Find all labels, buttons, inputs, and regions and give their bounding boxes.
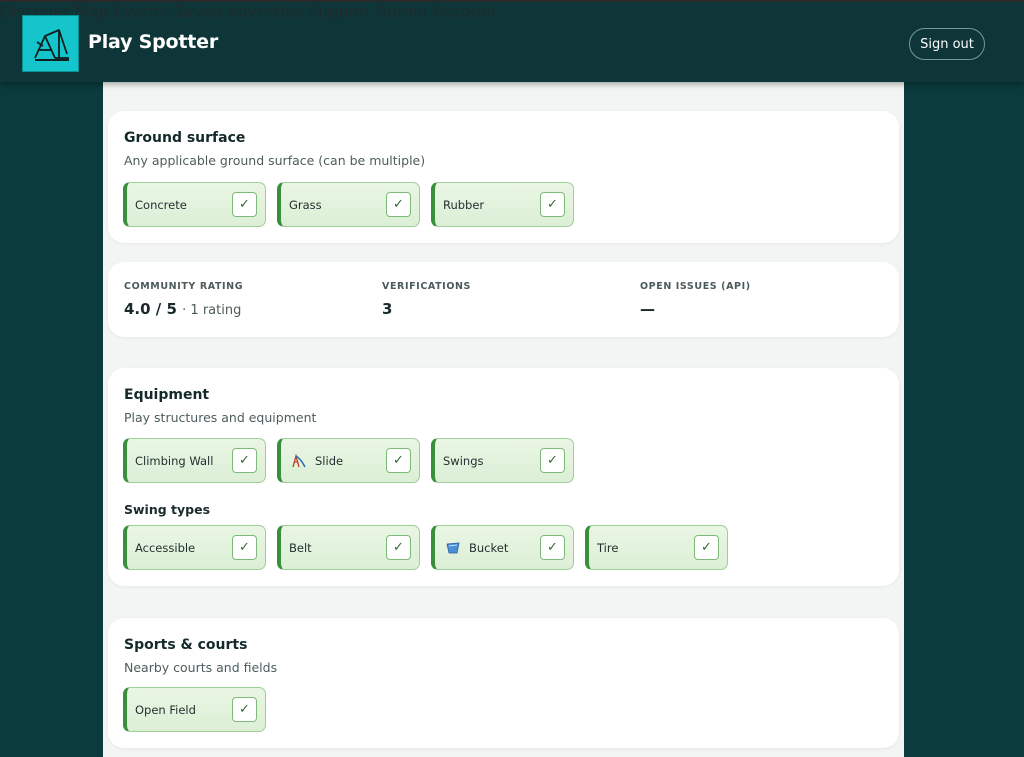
chip-label: Bucket <box>469 541 509 555</box>
check-icon[interactable]: ✓ <box>694 535 719 560</box>
card-subtitle: Nearby courts and fields <box>124 660 278 675</box>
top-navigation-bar: Play Spotter Discover Map Events Saved A… <box>0 0 1024 82</box>
chip-accessible[interactable]: Accessible ✓ <box>123 525 266 570</box>
card-subtitle: Any applicable ground surface (can be mu… <box>124 153 426 168</box>
chip-label: Belt <box>289 541 312 555</box>
bucket-icon <box>446 542 460 554</box>
chip-open-field[interactable]: Open Field ✓ <box>123 687 266 732</box>
check-icon[interactable]: ✓ <box>386 535 411 560</box>
nav-account[interactable]: Account <box>432 2 497 21</box>
playground-logo-drawing <box>33 28 69 61</box>
rating-count: · 1 rating <box>182 303 242 318</box>
nav-map[interactable]: Map <box>75 2 109 21</box>
chip-rubber[interactable]: Rubber ✓ <box>431 182 574 227</box>
chip-belt[interactable]: Belt ✓ <box>277 525 420 570</box>
nav-events[interactable]: Events <box>114 2 168 21</box>
check-icon[interactable]: ✓ <box>232 697 257 722</box>
card-title: Equipment <box>124 387 210 403</box>
equipment-card: Equipment Play structures and equipment … <box>108 368 899 586</box>
card-subtitle: Play structures and equipment <box>124 410 317 425</box>
chip-label: Rubber <box>443 198 485 212</box>
brand-name[interactable]: Play Spotter <box>88 31 218 53</box>
open-issues-value: — <box>640 300 655 318</box>
community-rating-label: COMMUNITY RATING <box>124 281 244 292</box>
chip-label: Swings <box>443 454 484 468</box>
chip-concrete[interactable]: Concrete ✓ <box>123 182 266 227</box>
check-icon[interactable]: ✓ <box>386 192 411 217</box>
content-column: Ground surface Any applicable ground sur… <box>103 82 904 757</box>
chip-grass[interactable]: Grass ✓ <box>277 182 420 227</box>
card-title: Sports & courts <box>124 637 248 653</box>
stats-card: COMMUNITY RATING 4.0 / 5 · 1 rating VERI… <box>108 262 899 337</box>
chip-label: Tire <box>597 541 619 555</box>
nav-admin[interactable]: Admin <box>376 2 427 21</box>
chip-label: Accessible <box>135 541 196 555</box>
chip-slide[interactable]: Slide ✓ <box>277 438 420 483</box>
open-issues-label: OPEN ISSUES (API) <box>640 281 751 292</box>
community-rating-value: 4.0 / 5 · 1 rating <box>124 300 241 318</box>
chip-label: Slide <box>315 454 344 468</box>
nav-saved[interactable]: Saved <box>173 2 222 21</box>
sports-courts-card: Sports & courts Nearby courts and fields… <box>108 618 899 748</box>
ground-surface-card: Ground surface Any applicable ground sur… <box>108 111 899 243</box>
check-icon[interactable]: ✓ <box>386 448 411 473</box>
check-icon[interactable]: ✓ <box>540 535 565 560</box>
chip-swings[interactable]: Swings ✓ <box>431 438 574 483</box>
card-title: Ground surface <box>124 130 246 146</box>
chip-label: Concrete <box>135 198 187 212</box>
playground-logo-icon[interactable] <box>22 15 79 72</box>
check-icon[interactable]: ✓ <box>232 192 257 217</box>
check-icon[interactable]: ✓ <box>232 448 257 473</box>
slide-icon <box>292 453 306 468</box>
chip-label: Open Field <box>135 703 196 717</box>
check-icon[interactable]: ✓ <box>232 535 257 560</box>
check-icon[interactable]: ✓ <box>540 448 565 473</box>
chip-tire[interactable]: Tire ✓ <box>585 525 728 570</box>
chip-label: Climbing Wall <box>135 454 214 468</box>
chip-bucket[interactable]: Bucket ✓ <box>431 525 574 570</box>
swing-types-heading: Swing types <box>124 502 211 517</box>
verifications-value: 3 <box>382 300 393 318</box>
check-icon[interactable]: ✓ <box>540 192 565 217</box>
chip-climbing-wall[interactable]: Climbing Wall ✓ <box>123 438 266 483</box>
rating-number: 4.0 / 5 <box>124 300 177 318</box>
nav-support[interactable]: Support <box>308 2 371 21</box>
sign-out-button[interactable]: Sign out <box>909 28 985 60</box>
verifications-label: VERIFICATIONS <box>382 281 471 292</box>
chip-label: Grass <box>289 198 322 212</box>
nav-advertise[interactable]: Advertise <box>227 2 303 21</box>
